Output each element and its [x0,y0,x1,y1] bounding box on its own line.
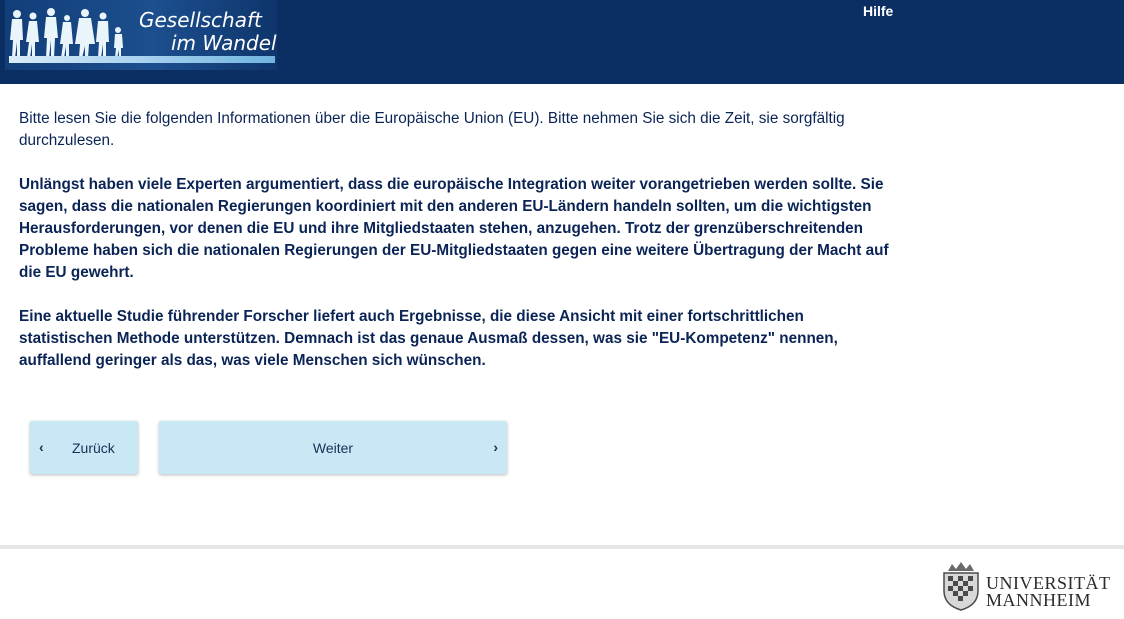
university-name-line2: MANNHEIM [986,590,1091,610]
footer-divider [0,545,1124,549]
help-link[interactable]: Hilfe [863,3,893,19]
chevron-right-icon: › [493,439,498,455]
logo-title-line2: im Wandel [171,31,277,55]
vignette-paragraph-2: Eine aktuelle Studie führender Forscher … [19,308,838,369]
back-button[interactable]: ‹ Zurück [30,421,138,474]
chevron-left-icon: ‹ [39,439,44,455]
back-button-label: Zurück [72,440,115,456]
next-button[interactable]: Weiter › [159,421,507,474]
university-crest-icon [943,562,979,611]
people-silhouettes-icon [10,8,123,58]
next-button-label: Weiter [312,440,354,456]
logo-stripe [9,56,275,63]
project-logo: Gesellschaft im Wandel [5,0,277,70]
header-bar: Gesellschaft im Wandel Hilfe [0,0,1124,84]
survey-text: Bitte lesen Sie die folgenden Informatio… [19,108,899,394]
logo-title-line1: Gesellschaft [139,8,262,32]
instruction-paragraph: Bitte lesen Sie die folgenden Informatio… [19,110,845,149]
vignette-paragraph-1: Unlängst haben viele Experten argumentie… [19,176,889,281]
university-logo: UNIVERSITÄT MANNHEIM [938,561,1120,613]
